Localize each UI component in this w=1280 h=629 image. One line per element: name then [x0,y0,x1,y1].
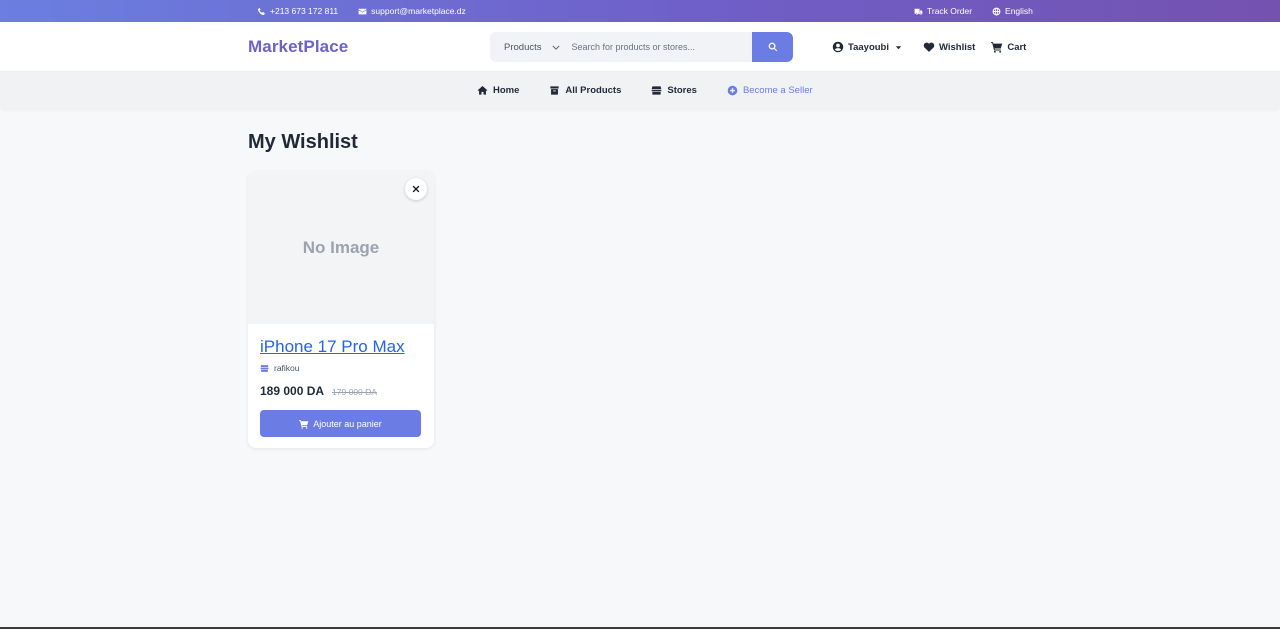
store-icon [260,364,269,372]
store-icon [652,85,662,95]
top-bar: +213 673 172 811 support@marketplace.dz … [0,0,1280,22]
email-text: support@marketplace.dz [371,6,466,16]
language-label: English [1005,6,1033,16]
nav-become-seller-label: Become a Seller [742,84,813,96]
nav-become-seller[interactable]: Become a Seller [727,85,813,96]
user-circle-icon [832,41,844,53]
old-price: 179 000 DA [332,387,377,397]
add-to-cart-button[interactable]: Ajouter au panier [260,410,421,437]
search-icon [768,42,777,52]
nav-stores-label: Stores [667,84,697,96]
heart-icon [923,42,935,52]
main-nav: Home All Products Stores Become a Seller [0,72,1280,108]
nav-all-products-label: All Products [565,84,622,96]
nav-items: Home All Products Stores Become a Seller [477,72,813,108]
wishlist-link[interactable]: Wishlist [923,41,975,53]
remove-from-wishlist-button[interactable] [405,178,427,200]
chevron-down-icon [552,45,559,50]
phone-icon [257,7,265,15]
search-category-select[interactable]: Products [490,32,568,62]
store-name: rafikou [274,363,300,373]
search-category-label: Products [504,41,542,53]
card-body: iPhone 17 Pro Max rafikou 189 000 DA 179… [248,324,434,437]
main-header: MarketPlace Products Taayoubi Wishlist C… [0,22,1280,72]
email-link[interactable]: support@marketplace.dz [358,6,466,16]
truck-icon [914,8,923,15]
cart-icon [991,42,1003,53]
user-name: Taayoubi [848,41,889,53]
store-link[interactable]: rafikou [260,363,422,373]
product-image-placeholder[interactable]: No Image [248,171,434,324]
cart-link[interactable]: Cart [991,41,1026,53]
top-bar-contact: +213 673 172 811 support@marketplace.dz [257,0,466,22]
phone-text: +213 673 172 811 [270,6,339,16]
phone-link[interactable]: +213 673 172 811 [257,6,338,16]
envelope-icon [358,8,367,14]
site-logo[interactable]: MarketPlace [248,37,348,57]
close-icon [412,185,420,193]
user-menu[interactable]: Taayoubi [832,41,902,53]
page-title: My Wishlist [248,131,358,153]
wishlist-label: Wishlist [939,41,976,53]
add-to-cart-label: Ajouter au panier [313,418,382,429]
wishlist-card: No Image iPhone 17 Pro Max rafikou 189 0… [248,171,434,448]
home-icon [477,85,488,95]
caret-down-icon [895,45,902,49]
nav-stores[interactable]: Stores [651,85,697,96]
no-image-text: No Image [302,237,380,257]
track-order-link[interactable]: Track Order [914,6,972,16]
track-order-label: Track Order [927,6,973,16]
search-button[interactable] [752,32,793,62]
nav-all-products[interactable]: All Products [549,85,621,96]
product-name-link[interactable]: iPhone 17 Pro Max [260,337,422,357]
search-input[interactable] [567,32,752,62]
globe-icon [992,7,1001,15]
box-icon [550,85,560,95]
cart-icon [299,419,309,429]
header-actions: Taayoubi Wishlist Cart [832,22,1026,72]
top-bar-actions: Track Order English [914,0,1033,22]
plus-circle-icon [727,85,738,95]
nav-home-label: Home [493,84,520,96]
current-price: 189 000 DA [260,384,325,398]
price-row: 189 000 DA 179 000 DA [260,384,422,398]
language-selector[interactable]: English [992,6,1033,16]
cart-label: Cart [1007,41,1027,53]
nav-home[interactable]: Home [477,85,519,96]
search-bar: Products [490,32,793,62]
